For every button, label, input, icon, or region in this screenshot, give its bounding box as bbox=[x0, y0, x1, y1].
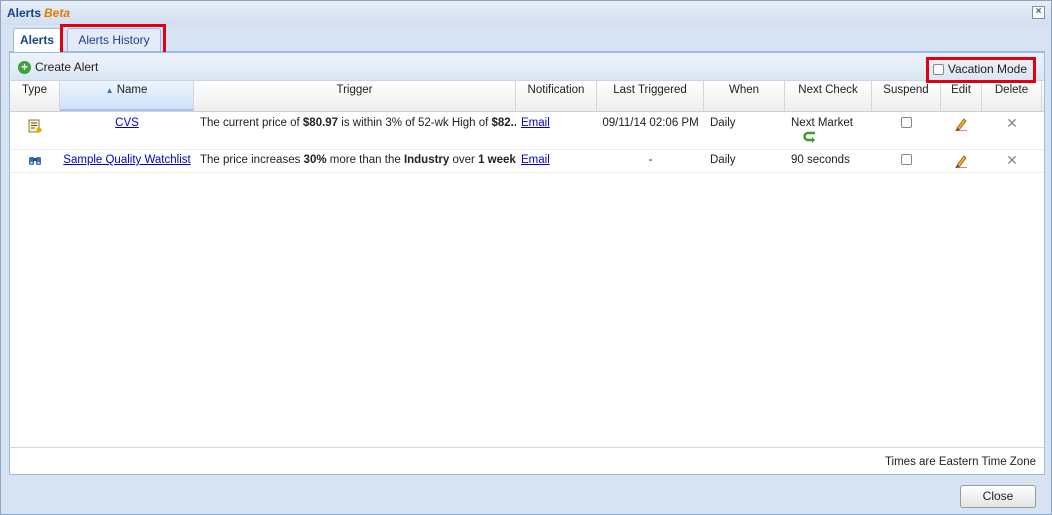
when-value: Daily bbox=[710, 154, 736, 166]
sort-asc-icon: ▲ bbox=[105, 86, 114, 95]
suspend-checkbox[interactable] bbox=[901, 154, 912, 165]
col-header-when[interactable]: When bbox=[704, 81, 785, 111]
next-check-value: Next Market bbox=[791, 117, 853, 129]
alert-trigger-text: The price increases 30% more than the In… bbox=[194, 149, 516, 166]
suspend-checkbox-cell bbox=[872, 112, 941, 131]
create-alert-label: Create Alert bbox=[35, 60, 99, 74]
alert-name-text[interactable]: CVS bbox=[115, 117, 139, 129]
trigger-part: over bbox=[449, 154, 479, 166]
trigger-part: more than the bbox=[326, 154, 404, 166]
grid-header: Type ▲ Name Trigger Notification Last Tr… bbox=[10, 81, 1044, 112]
col-header-next-check[interactable]: Next Check bbox=[785, 81, 872, 111]
close-icon[interactable]: × bbox=[1032, 6, 1045, 19]
trigger-part: is within 3% of 52-wk High of bbox=[338, 117, 492, 129]
trigger-part: The price increases bbox=[200, 154, 304, 166]
last-triggered-value: 09/11/14 02:06 PM bbox=[602, 117, 699, 129]
next-check-cell: Next Market bbox=[785, 112, 872, 143]
highlight-box-vacation-mode bbox=[926, 57, 1036, 83]
trigger-value: 1 week bbox=[478, 154, 516, 166]
col-header-name[interactable]: ▲ Name bbox=[60, 81, 194, 111]
alerts-grid-panel: + Create Alert Vacation Mode Type ▲ Name… bbox=[9, 52, 1045, 475]
col-header-delete[interactable]: Delete bbox=[982, 81, 1042, 111]
col-header-name-label: Name bbox=[116, 84, 148, 96]
alert-name-text[interactable]: Sample Quality Watchlist bbox=[63, 154, 190, 166]
trigger-value: Industry bbox=[403, 154, 450, 166]
edit-cell bbox=[941, 112, 982, 131]
grid-toolbar: + Create Alert Vacation Mode bbox=[10, 53, 1044, 81]
dialog-title-text: Alerts bbox=[7, 6, 42, 20]
col-header-notification[interactable]: Notification bbox=[516, 81, 597, 111]
col-header-trigger[interactable]: Trigger bbox=[194, 81, 516, 111]
notification-text[interactable]: Email bbox=[521, 117, 550, 129]
trigger-value: $80.97 bbox=[302, 117, 339, 129]
last-triggered-value: - bbox=[648, 154, 653, 166]
table-row[interactable]: Sample Quality Watchlist The price incre… bbox=[10, 149, 1044, 173]
beta-badge: Beta bbox=[44, 6, 71, 20]
notification-email-link[interactable]: Email bbox=[516, 149, 597, 166]
alert-name-link[interactable]: Sample Quality Watchlist bbox=[60, 149, 194, 166]
trigger-part: The current price of bbox=[200, 117, 303, 129]
grid-footer: Times are Eastern Time Zone bbox=[9, 447, 1045, 475]
trigger-value: 30% bbox=[303, 154, 327, 166]
trigger-value: $82.... bbox=[491, 117, 517, 129]
pencil-icon[interactable] bbox=[955, 117, 968, 131]
delete-x-icon[interactable]: ✕ bbox=[982, 149, 1042, 169]
delete-x-icon[interactable]: ✕ bbox=[982, 112, 1042, 132]
pencil-icon[interactable] bbox=[955, 154, 968, 168]
tab-alerts[interactable]: Alerts bbox=[13, 28, 61, 52]
table-row[interactable]: CVS The current price of $80.97 is withi… bbox=[10, 112, 1044, 150]
suspend-checkbox[interactable] bbox=[901, 117, 912, 128]
binoculars-icon bbox=[10, 149, 60, 166]
col-header-type[interactable]: Type bbox=[10, 81, 60, 111]
alerts-dialog: Alerts Beta × Alerts Alerts History + Cre… bbox=[0, 0, 1052, 515]
alert-trigger-text: The current price of $80.97 is within 3%… bbox=[194, 112, 516, 129]
highlight-box-alerts-history bbox=[60, 24, 166, 55]
next-check-value: 90 seconds bbox=[791, 154, 850, 166]
notification-text[interactable]: Email bbox=[521, 154, 550, 166]
edit-cell bbox=[941, 149, 982, 168]
dialog-titlebar: Alerts Beta × bbox=[1, 1, 1051, 25]
notification-email-link[interactable]: Email bbox=[516, 112, 597, 129]
suspend-checkbox-cell bbox=[872, 149, 941, 168]
col-header-last-triggered[interactable]: Last Triggered bbox=[597, 81, 704, 111]
col-header-suspend[interactable]: Suspend bbox=[872, 81, 941, 111]
create-alert-button[interactable]: + Create Alert bbox=[18, 60, 98, 74]
refresh-arrow-icon[interactable] bbox=[803, 131, 817, 143]
dialog-title: Alerts Beta bbox=[7, 6, 70, 20]
plus-circle-icon: + bbox=[18, 60, 31, 74]
close-button[interactable]: Close bbox=[960, 485, 1036, 508]
when-value: Daily bbox=[710, 117, 736, 129]
alert-list-icon bbox=[10, 112, 60, 133]
timezone-note: Times are Eastern Time Zone bbox=[884, 456, 1036, 468]
alert-name-link[interactable]: CVS bbox=[60, 112, 194, 129]
col-header-edit[interactable]: Edit bbox=[941, 81, 982, 111]
